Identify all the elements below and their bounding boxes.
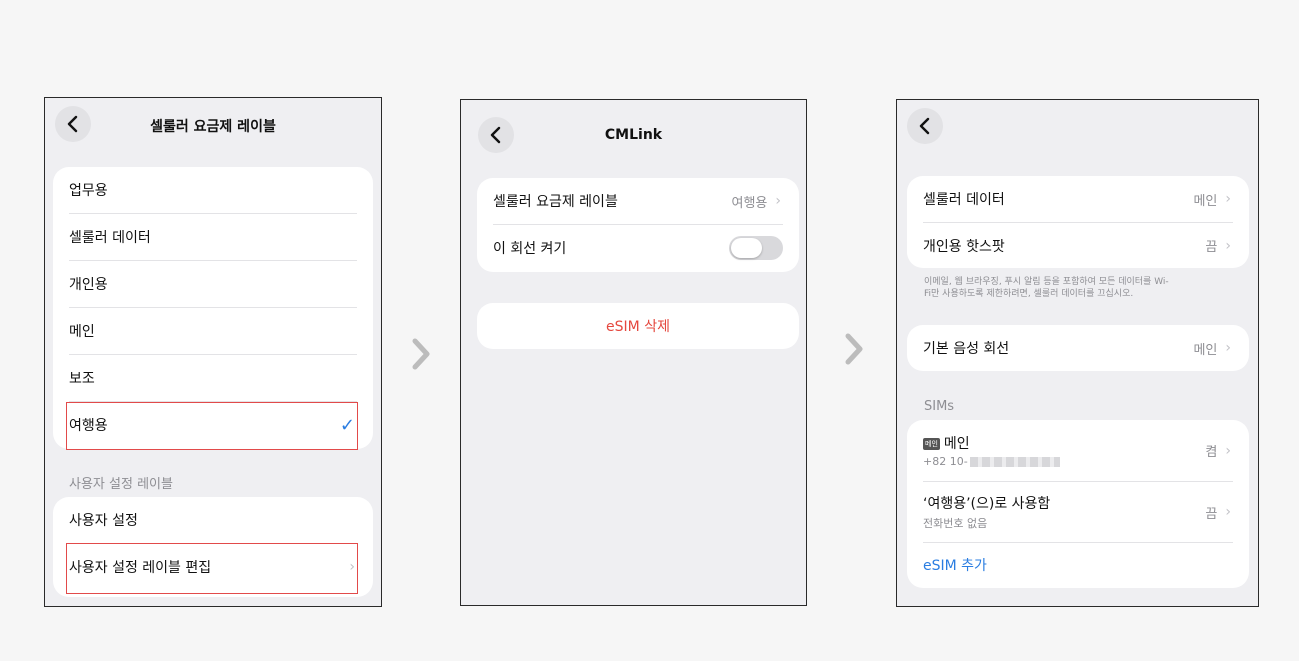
cellular-plan-labels-screen: 셀룰러 요금제 레이블 업무용 셀룰러 데이터 개인용 메인 보조 여행용 ✓ … — [44, 97, 382, 607]
default-voice-card: 기본 음성 회선 메인 › — [907, 325, 1249, 371]
row-label: 이 회선 켜기 — [493, 241, 567, 257]
line-settings-card: 셀룰러 요금제 레이블 여행용 › 이 회선 켜기 — [477, 178, 799, 272]
sims-card: 메인 메인 +82 10- 켬 › ‘여행용’(으)로 사용함 전화번호 없음 끔… — [907, 420, 1249, 588]
toggle-knob — [731, 238, 762, 258]
row-label: 셀룰러 데이터 — [923, 192, 1005, 208]
sim-name: 메인 — [943, 436, 970, 452]
delete-esim-button[interactable]: eSIM 삭제 — [477, 303, 799, 349]
list-item-main[interactable]: 메인 — [53, 308, 373, 354]
sim-badge-icon: 메인 — [923, 438, 940, 450]
list-item-label: 셀룰러 데이터 — [69, 230, 151, 246]
add-esim-row[interactable]: eSIM 추가 — [907, 543, 1249, 587]
sim-number: +82 10- — [923, 455, 968, 468]
list-item-label: 개인용 — [69, 277, 108, 293]
chevron-right-icon: › — [1225, 504, 1231, 520]
chevron-right-icon: › — [1225, 340, 1231, 356]
page-title: CMLink — [604, 127, 663, 143]
masked-number — [969, 457, 1060, 467]
list-item-personal[interactable]: 개인용 — [53, 261, 373, 307]
list-item-label: 보조 — [69, 371, 95, 387]
row-value: 메인 › — [1193, 340, 1231, 358]
sim-info: ‘여행용’(으)로 사용함 전화번호 없음 — [923, 493, 1050, 531]
row-label: 기본 음성 회선 — [923, 341, 1010, 357]
list-item-label: 메인 — [69, 324, 95, 340]
list-item-label: 업무용 — [69, 183, 108, 199]
data-settings-card: 셀룰러 데이터 메인 › 개인용 핫스팟 끔 › — [907, 176, 1249, 268]
list-item-label: 사용자 설정 — [69, 513, 138, 529]
row-value: 메인 › — [1193, 191, 1231, 209]
cmlink-line-screen: CMLink 셀룰러 요금제 레이블 여행용 › 이 회선 켜기 eSIM 삭제 — [460, 99, 807, 606]
row-label: 셀룰러 요금제 레이블 — [493, 194, 618, 210]
sims-section-header: SIMs — [924, 399, 955, 414]
row-value: 여행용 › — [731, 193, 782, 211]
add-esim-link[interactable]: eSIM 추가 — [923, 555, 987, 575]
chevron-left-icon — [919, 117, 930, 135]
back-button[interactable] — [907, 108, 943, 144]
line-toggle[interactable] — [729, 236, 783, 260]
row-value: 끔 › — [1205, 237, 1231, 256]
cellular-settings-screen: 셀룰러 데이터 메인 › 개인용 핫스팟 끔 › 이메일, 웹 브라우징, 푸시… — [896, 99, 1259, 607]
list-item-custom[interactable]: 사용자 설정 — [53, 497, 373, 543]
row-value: 끔 › — [1205, 504, 1231, 522]
personal-hotspot-row[interactable]: 개인용 핫스팟 끔 › — [907, 223, 1249, 268]
sim-row-travel[interactable]: ‘여행용’(으)로 사용함 전화번호 없음 끔 › — [907, 482, 1249, 542]
page-title: 셀룰러 요금제 레이블 — [150, 119, 276, 135]
cellular-data-note: 이메일, 웹 브라우징, 푸시 알림 등을 포함하여 모든 데이터를 Wi- F… — [924, 277, 1169, 299]
chevron-right-icon — [845, 333, 863, 365]
chevron-right-icon: › — [1225, 442, 1231, 459]
plan-label-row[interactable]: 셀룰러 요금제 레이블 여행용 › — [477, 178, 799, 224]
list-item-secondary[interactable]: 보조 — [53, 355, 373, 401]
sim-row-main[interactable]: 메인 메인 +82 10- 켬 › — [907, 420, 1249, 481]
row-label: 개인용 핫스팟 — [923, 238, 1005, 255]
section-header: 사용자 설정 레이블 — [69, 477, 173, 492]
list-item-work[interactable]: 업무용 — [53, 167, 373, 213]
chevron-right-icon: › — [1225, 191, 1231, 207]
list-item-cellular-data[interactable]: 셀룰러 데이터 — [53, 214, 373, 260]
sim-subtitle: 전화번호 없음 — [923, 517, 988, 530]
sim-info: 메인 메인 +82 10- — [923, 433, 1060, 468]
highlight-box-edit — [66, 543, 358, 594]
chevron-right-icon: › — [775, 193, 781, 209]
chevron-right-icon — [412, 338, 430, 370]
highlight-box-travel — [66, 402, 358, 450]
cellular-data-row[interactable]: 셀룰러 데이터 메인 › — [907, 176, 1249, 222]
row-value: 켬 › — [1205, 442, 1231, 461]
line-toggle-row: 이 회선 켜기 — [477, 225, 799, 271]
default-voice-row[interactable]: 기본 음성 회선 메인 › — [907, 325, 1249, 371]
delete-esim-label: eSIM 삭제 — [606, 319, 670, 335]
chevron-right-icon: › — [1225, 237, 1231, 254]
sim-name: ‘여행용’(으)로 사용함 — [923, 496, 1051, 512]
